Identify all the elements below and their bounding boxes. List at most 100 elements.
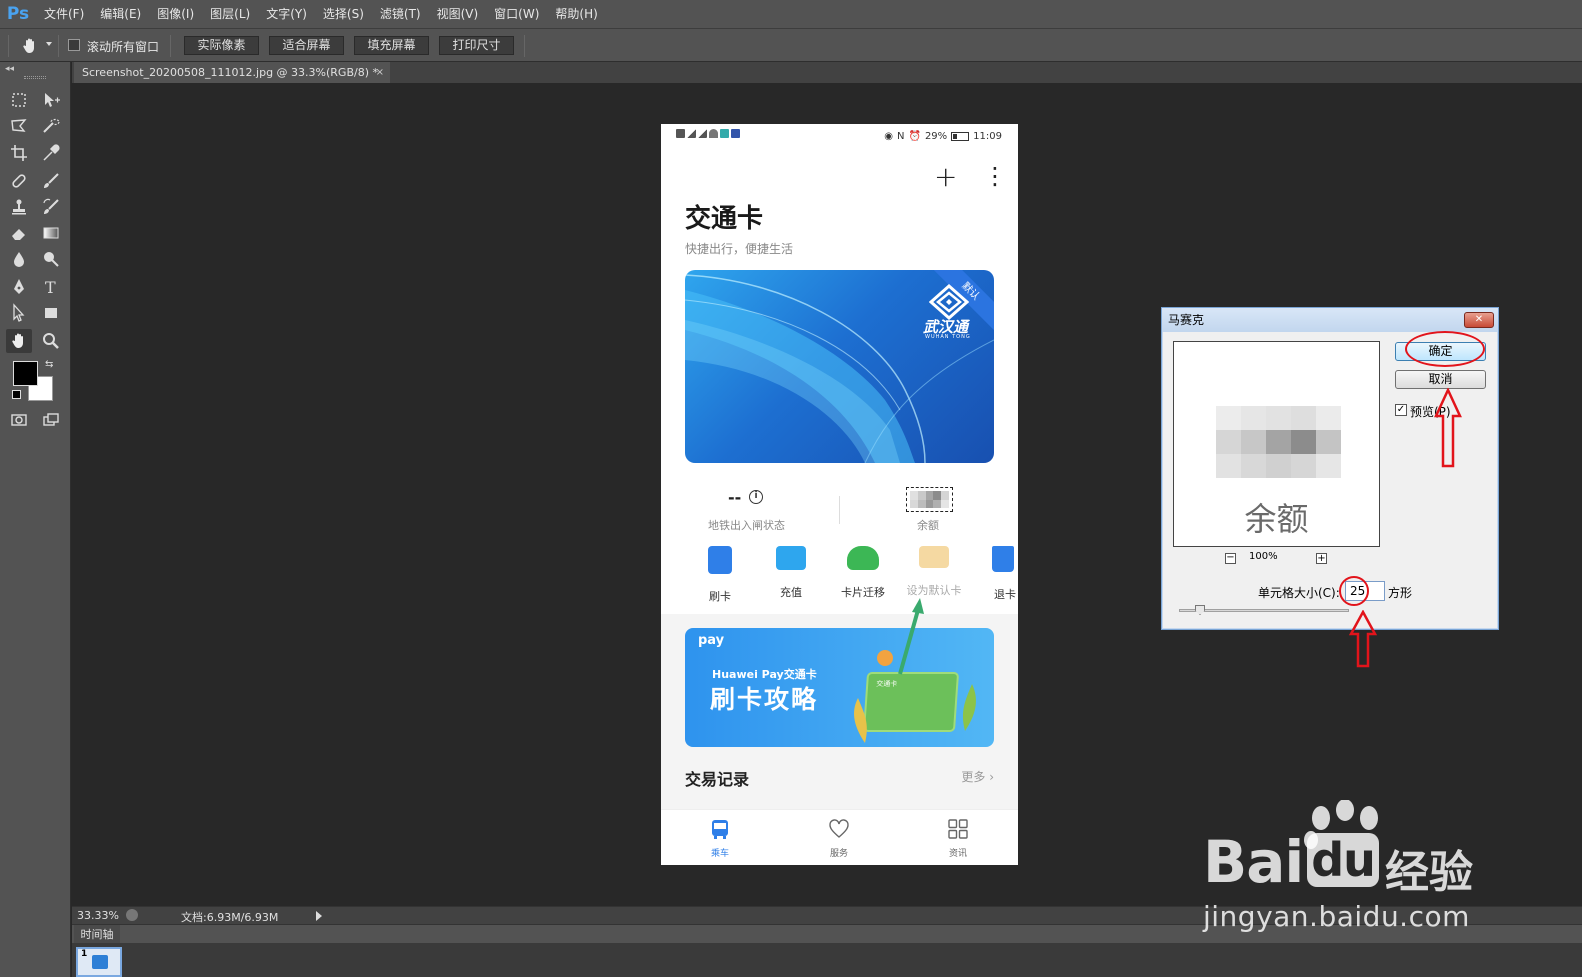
action-recharge[interactable]: 充值 <box>756 546 826 600</box>
menu-help[interactable]: 帮助(H) <box>547 0 605 28</box>
quick-selection-tool-icon[interactable] <box>38 114 64 138</box>
timeline-frame[interactable]: 1 <box>76 947 122 977</box>
watermark-brand-du: du <box>1307 833 1379 887</box>
menu-view[interactable]: 视图(V) <box>429 0 487 28</box>
watermark-brand-part: Bai <box>1203 828 1304 896</box>
signal-icon <box>687 129 696 138</box>
lasso-tool-icon[interactable] <box>6 114 32 138</box>
pen-tool-icon[interactable] <box>6 275 32 299</box>
preview-checkbox[interactable]: ✓ <box>1395 404 1407 416</box>
status-menu-arrow-icon[interactable] <box>316 911 322 921</box>
document-tab[interactable]: Screenshot_20200508_111012.jpg @ 33.3%(R… <box>74 62 390 83</box>
app-logo: Ps <box>6 4 30 24</box>
history-brush-tool-icon[interactable] <box>38 195 64 219</box>
filter-preview[interactable]: 余额 <box>1173 341 1380 547</box>
eyedropper-tool-icon[interactable] <box>38 141 64 165</box>
gradient-tool-icon[interactable] <box>38 221 64 245</box>
zoom-tool-icon[interactable] <box>38 329 64 353</box>
screen-mode-icon[interactable] <box>38 408 64 432</box>
actual-pixels-button[interactable]: 实际像素 <box>184 36 259 55</box>
foreground-color-swatch[interactable] <box>13 361 38 386</box>
hand-tool-preset-icon[interactable] <box>20 36 40 56</box>
fit-screen-button[interactable]: 适合屏幕 <box>269 36 344 55</box>
plus-icon[interactable]: + <box>934 160 957 193</box>
action-swipe[interactable]: 刷卡 <box>685 546 755 604</box>
svg-text:T: T <box>45 278 56 297</box>
fill-screen-button[interactable]: 填充屏幕 <box>354 36 429 55</box>
nav-service[interactable]: 服务 <box>809 818 869 859</box>
menu-select[interactable]: 选择(S) <box>315 0 372 28</box>
alarm-icon: ⏰ <box>908 131 921 142</box>
transit-card[interactable]: 默认 武汉通 WUHAN TONG <box>685 270 994 463</box>
wuhan-tong-logo-icon <box>929 284 969 320</box>
action-label: 刷卡 <box>709 590 731 603</box>
transactions-more-link[interactable]: 更多 › <box>961 768 994 785</box>
status-info-icon[interactable] <box>126 909 138 921</box>
balance-mosaic-selection[interactable] <box>906 487 953 512</box>
nav-ride[interactable]: 乘车 <box>690 818 750 859</box>
nav-news[interactable]: 资讯 <box>928 818 988 859</box>
blur-tool-icon[interactable] <box>6 247 32 271</box>
promo-banner[interactable]: pay Huawei Pay交通卡 刷卡攻略 交通卡 <box>685 628 994 747</box>
clone-stamp-tool-icon[interactable] <box>6 195 32 219</box>
menu-edit[interactable]: 编辑(E) <box>92 0 149 28</box>
menu-filter[interactable]: 滤镜(T) <box>372 0 429 28</box>
swipe-card-icon <box>708 546 732 574</box>
default-colors-icon[interactable] <box>12 390 21 399</box>
options-bar: 滚动所有窗口 实际像素 适合屏幕 填充屏幕 打印尺寸 <box>0 28 1582 62</box>
move-tool-icon[interactable] <box>38 88 64 112</box>
trash-icon <box>992 546 1014 572</box>
chevron-down-icon[interactable] <box>46 42 52 46</box>
collapse-panel-icon[interactable]: ◂◂ <box>5 64 14 74</box>
menu-window[interactable]: 窗口(W) <box>486 0 547 28</box>
card-info-row: -- i 地铁出入闸状态 余额 <box>661 480 1018 538</box>
zoom-out-button[interactable]: − <box>1225 553 1236 564</box>
print-size-button[interactable]: 打印尺寸 <box>439 36 514 55</box>
options-separator <box>58 35 59 57</box>
rectangle-tool-icon[interactable] <box>38 301 64 325</box>
tools-panel: ◂◂ T ⇆ <box>0 62 71 977</box>
cancel-button[interactable]: 取消 <box>1395 370 1486 389</box>
action-migrate[interactable]: 卡片迁移 <box>828 546 898 600</box>
timeline-tab[interactable]: 时间轴 <box>74 925 120 944</box>
action-label: 退卡 <box>994 588 1016 601</box>
card-icon <box>919 546 949 568</box>
marquee-tool-icon[interactable] <box>6 88 32 112</box>
zoom-in-button[interactable]: + <box>1316 553 1327 564</box>
document-image[interactable]: ◉ N ⏰ 29% 11:09 + ⋮ 交通卡 快捷出行，便捷生活 默认 武汉通… <box>661 124 1018 865</box>
annotation-up-arrow-icon <box>1434 388 1462 468</box>
annotation-arrow-icon <box>898 598 924 675</box>
swap-colors-icon[interactable]: ⇆ <box>45 359 53 370</box>
crop-tool-icon[interactable] <box>6 141 32 165</box>
hand-tool-icon[interactable] <box>6 329 32 353</box>
dialog-titlebar[interactable]: 马赛克 ✕ <box>1162 308 1498 332</box>
status-right: ◉ N ⏰ 29% 11:09 <box>884 131 1002 142</box>
brush-tool-icon[interactable] <box>38 169 64 193</box>
mosaic-preview-grid <box>1216 406 1341 478</box>
watermark-cn: 经验 <box>1385 847 1473 898</box>
action-set-default[interactable]: 设为默认卡 <box>899 546 969 598</box>
menu-type[interactable]: 文字(Y) <box>258 0 315 28</box>
healing-brush-tool-icon[interactable] <box>6 169 32 193</box>
menu-image[interactable]: 图像(I) <box>149 0 202 28</box>
type-tool-icon[interactable]: T <box>38 275 64 299</box>
zoom-percentage[interactable]: 33.33% <box>77 909 119 922</box>
action-refund[interactable]: 退卡 <box>970 546 1018 602</box>
close-icon[interactable]: ✕ <box>1464 312 1494 328</box>
info-icon[interactable]: i <box>749 490 763 504</box>
panel-grip[interactable] <box>24 76 46 79</box>
dodge-tool-icon[interactable] <box>38 247 64 271</box>
eraser-tool-icon[interactable] <box>6 221 32 245</box>
scroll-all-windows-checkbox[interactable] <box>68 39 80 51</box>
close-icon[interactable]: × <box>376 62 384 83</box>
more-label: 更多 <box>961 770 986 784</box>
path-selection-tool-icon[interactable] <box>6 301 32 325</box>
menu-layer[interactable]: 图层(L) <box>202 0 258 28</box>
menu-file[interactable]: 文件(F) <box>36 0 92 28</box>
clock: 11:09 <box>973 131 1002 142</box>
quick-mask-icon[interactable] <box>6 408 32 432</box>
grid-icon <box>948 819 968 839</box>
more-vertical-icon[interactable]: ⋮ <box>983 162 1007 190</box>
cell-size-slider-thumb[interactable] <box>1195 605 1205 615</box>
leaf-icon <box>854 698 867 743</box>
